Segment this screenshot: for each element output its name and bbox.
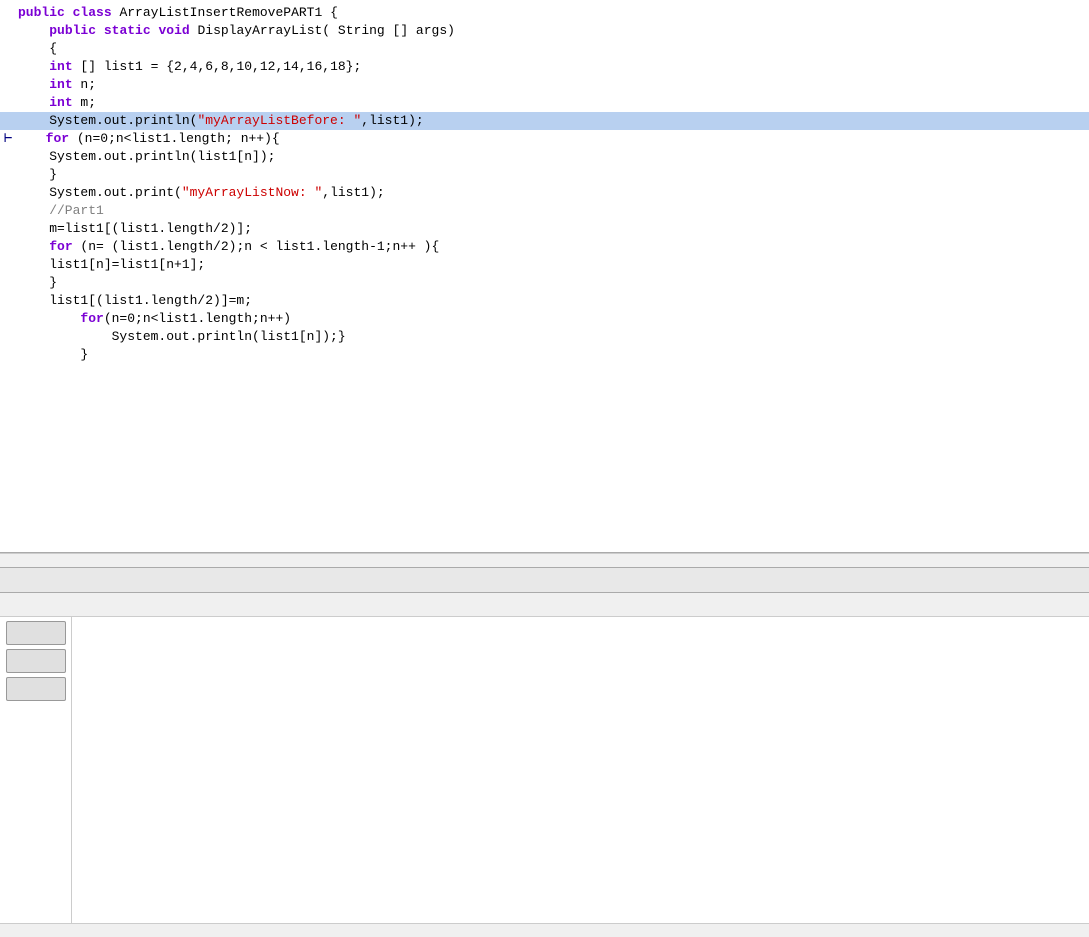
code-line: } <box>0 274 1089 292</box>
code-line: list1[n]=list1[n+1]; <box>0 256 1089 274</box>
code-line: m=list1[(list1.length/2)]; <box>0 220 1089 238</box>
code-line: for (n= (list1.length/2);n < list1.lengt… <box>0 238 1089 256</box>
clear-button[interactable] <box>6 649 66 673</box>
code-line: } <box>0 166 1089 184</box>
code-line: int [] list1 = {2,4,6,8,10,12,14,16,18}; <box>0 58 1089 76</box>
code-line: int n; <box>0 76 1089 94</box>
code-line: for(n=0;n<list1.length;n++) <box>0 310 1089 328</box>
code-line: int m; <box>0 94 1089 112</box>
code-line: //Part1 <box>0 202 1089 220</box>
message-content[interactable] <box>72 617 1089 923</box>
bottom-hscroll[interactable] <box>0 923 1089 937</box>
bottom-panel <box>0 617 1089 937</box>
code-line: System.out.println(list1[n]);} <box>0 328 1089 346</box>
stop-button[interactable] <box>6 621 66 645</box>
code-editor[interactable]: public class ArrayListInsertRemovePART1 … <box>0 0 1089 553</box>
code-line: System.out.println("myArrayListBefore: "… <box>0 112 1089 130</box>
tab-bar <box>0 567 1089 593</box>
code-content: public class ArrayListInsertRemovePART1 … <box>0 0 1089 552</box>
message-tabs <box>0 593 1089 617</box>
code-line: list1[(list1.length/2)]=m; <box>0 292 1089 310</box>
copy-button[interactable] <box>6 677 66 701</box>
code-line: public static void DisplayArrayList( Str… <box>0 22 1089 40</box>
side-buttons <box>0 617 72 923</box>
code-line: public class ArrayListInsertRemovePART1 … <box>0 4 1089 22</box>
code-line: ⊢ for (n=0;n<list1.length; n++){ <box>0 130 1089 148</box>
code-line: System.out.print("myArrayListNow: ",list… <box>0 184 1089 202</box>
compile-messages-panel <box>0 617 1089 923</box>
code-line: } <box>0 346 1089 364</box>
hscroll[interactable] <box>0 553 1089 567</box>
code-line: System.out.println(list1[n]); <box>0 148 1089 166</box>
code-line: { <box>0 40 1089 58</box>
breakpoint-arrow: ⊢ <box>4 130 12 147</box>
